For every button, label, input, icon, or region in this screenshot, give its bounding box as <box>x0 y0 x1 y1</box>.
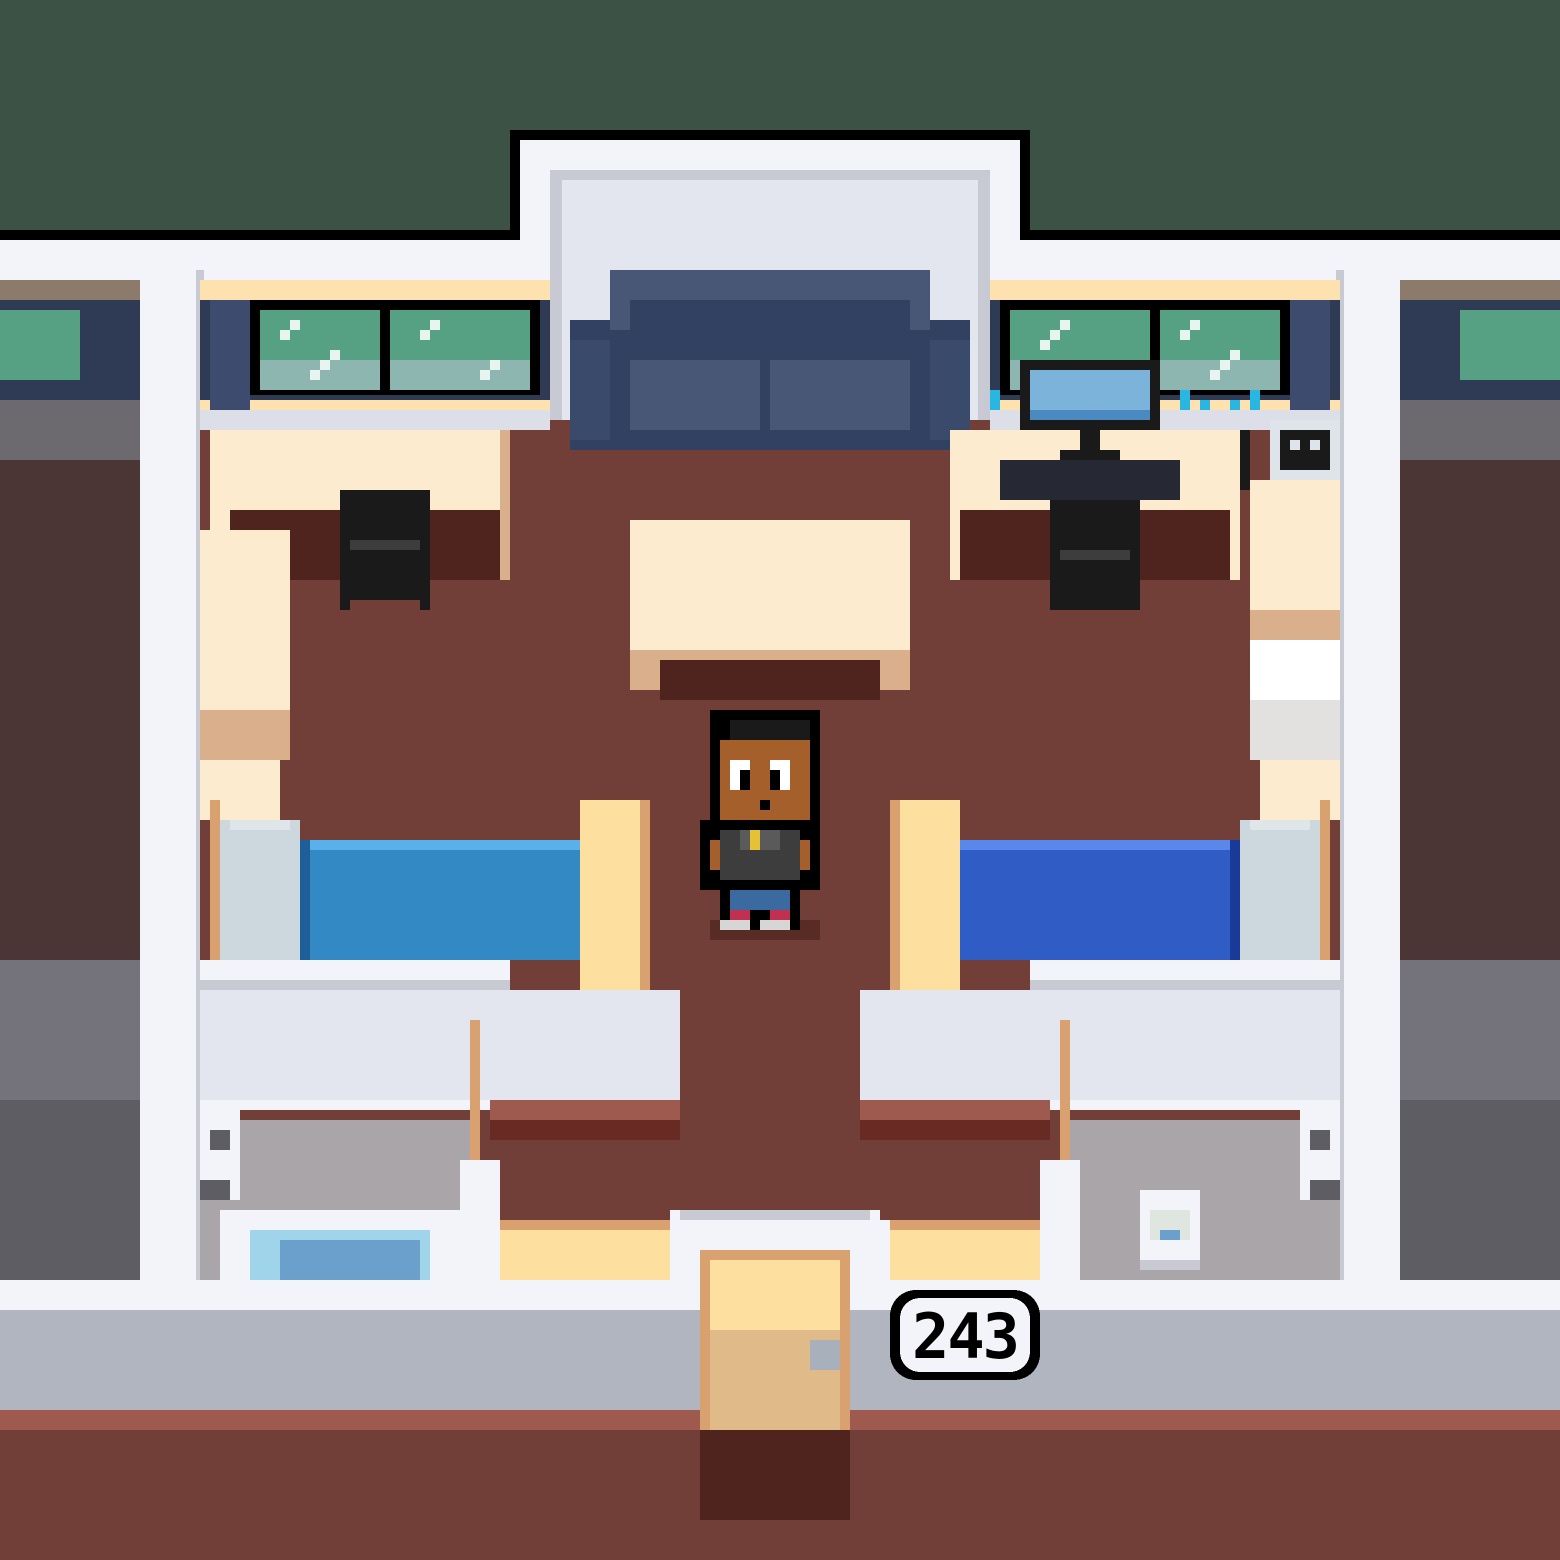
table[interactable] <box>630 520 910 700</box>
toilet-right[interactable] <box>1300 1110 1340 1200</box>
couch[interactable] <box>570 270 970 450</box>
bathtub[interactable] <box>220 1210 460 1280</box>
chair-right[interactable] <box>1050 500 1140 610</box>
wardrobe-right[interactable] <box>1250 480 1340 820</box>
wall-pillar-right <box>1340 270 1400 1290</box>
room-number-plate: 243 <box>890 1290 1040 1380</box>
room-number-text: 243 <box>912 1300 1018 1373</box>
wall-pillar-left <box>140 270 200 1290</box>
toilet-left[interactable] <box>200 1110 240 1200</box>
chair-left[interactable] <box>340 490 430 610</box>
keyboard <box>1000 460 1180 500</box>
neighbor-room-left <box>0 280 140 1280</box>
game-scene: 243 <box>0 0 1560 1560</box>
wardrobe-left[interactable] <box>200 530 290 820</box>
door[interactable] <box>700 1250 850 1520</box>
sink[interactable] <box>1140 1190 1200 1270</box>
back-wall-left <box>200 280 550 430</box>
neighbor-room-right <box>1400 280 1560 1280</box>
bathroom-floor-right <box>1070 1120 1340 1280</box>
